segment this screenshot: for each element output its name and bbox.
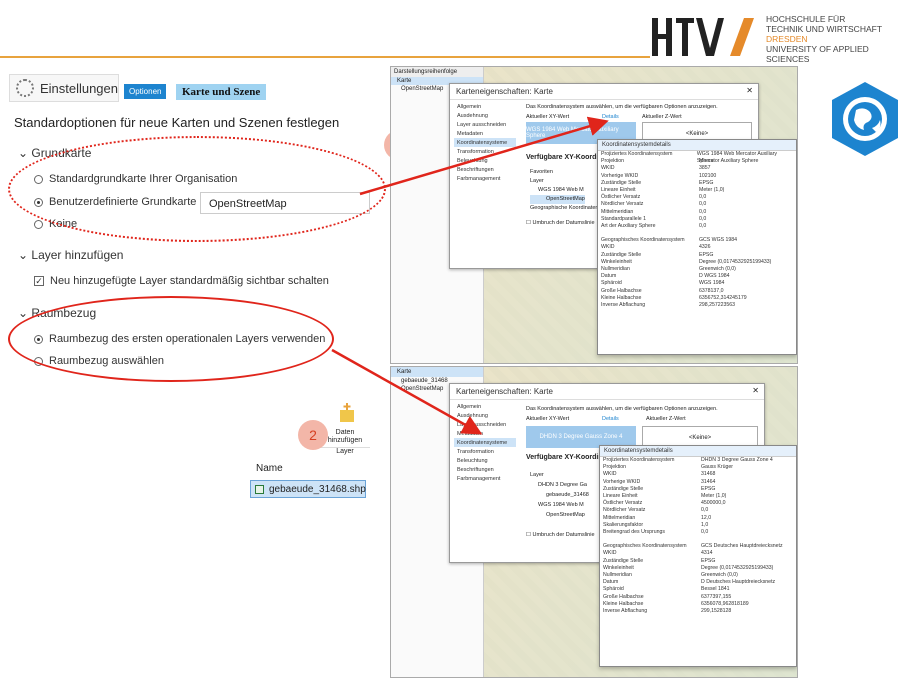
arrow-to-screenshot-2 <box>331 348 483 435</box>
arrow-to-screenshot-1 <box>359 116 609 196</box>
annotation-arrows <box>331 116 609 435</box>
